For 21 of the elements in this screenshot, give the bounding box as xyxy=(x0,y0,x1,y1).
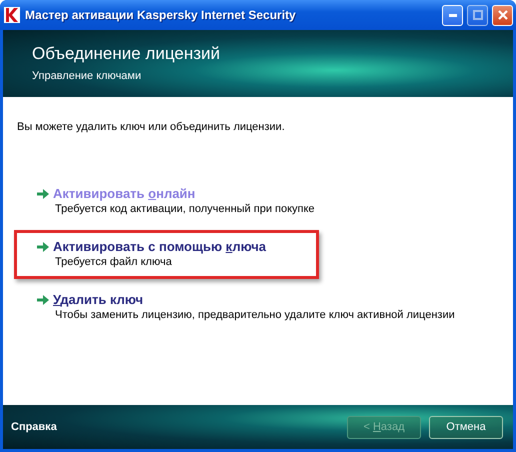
option-link[interactable]: Удалить ключ xyxy=(53,292,144,308)
minimize-button[interactable] xyxy=(442,4,463,26)
cancel-button[interactable]: Отмена xyxy=(429,416,503,438)
close-button[interactable] xyxy=(492,4,513,26)
option-link[interactable]: Активировать с помощью ключа xyxy=(53,238,266,254)
maximize-icon xyxy=(472,10,482,20)
page-subtitle: Управление ключами xyxy=(32,69,142,84)
close-icon xyxy=(498,10,508,20)
arrow-icon xyxy=(37,294,49,304)
option-description: Требуется файл ключа xyxy=(55,254,172,268)
app-logo-icon xyxy=(4,7,20,23)
minimize-icon xyxy=(448,14,456,16)
help-link[interactable]: Справка xyxy=(11,418,57,436)
window-title: Мастер активации Kaspersky Internet Security xyxy=(25,7,296,24)
arrow-icon xyxy=(37,188,49,198)
option-description: Требуется код активации, полученный при покупке xyxy=(55,202,315,216)
page-title: Объединение лицензий xyxy=(32,43,222,65)
arrow-icon xyxy=(37,242,49,252)
maximize-button[interactable] xyxy=(467,4,488,26)
option-description: Чтобы заменить лицензию, предварительно удалите ключ активной лицензии xyxy=(55,308,455,322)
intro-text: Вы можете удалить ключ или объединить лицензии. xyxy=(17,120,286,135)
